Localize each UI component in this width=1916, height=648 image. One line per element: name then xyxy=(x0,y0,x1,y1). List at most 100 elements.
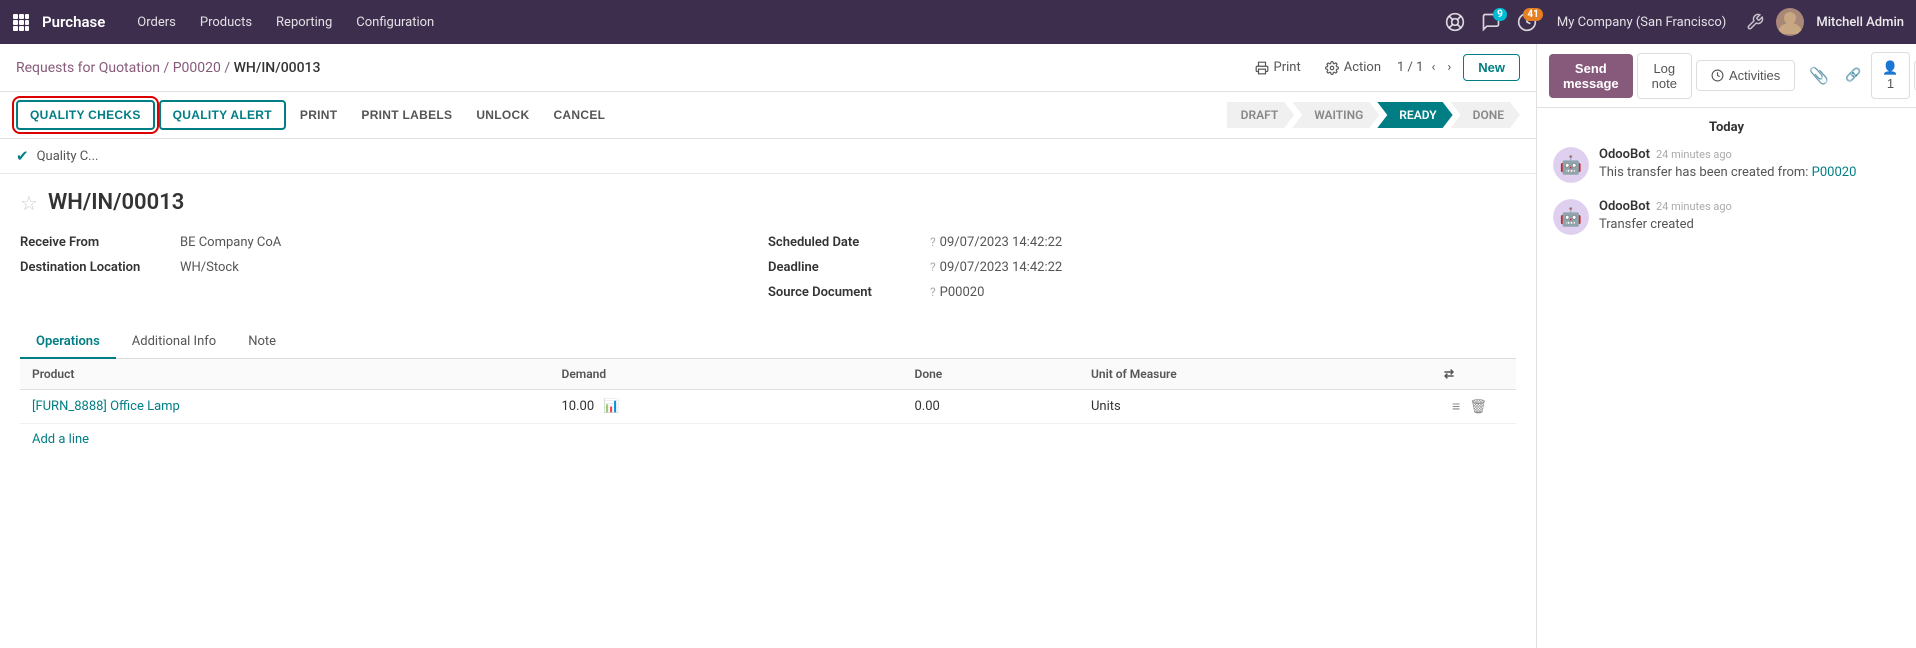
quality-check-icon: ✔ xyxy=(16,147,29,165)
destination-field: Destination Location WH/Stock xyxy=(20,260,768,275)
breadcrumb-wh: WH/IN/00013 xyxy=(234,60,321,76)
table-row: [FURN_8888] Office Lamp 10.00 📊 0.00 Uni… xyxy=(20,390,1516,424)
settings-icon[interactable] xyxy=(1746,13,1764,31)
send-message-button[interactable]: Send message xyxy=(1549,54,1633,98)
source-doc-value[interactable]: P00020 xyxy=(940,285,985,300)
print-action-button[interactable]: PRINT xyxy=(290,102,348,128)
scheduled-date-field: Scheduled Date ? 09/07/2023 14:42:22 xyxy=(768,235,1516,250)
msg-author-2: OdooBot xyxy=(1599,199,1650,214)
msg-text-2: Transfer created xyxy=(1599,216,1900,234)
odoobot-avatar-2: 🤖 xyxy=(1553,199,1589,235)
followers-icon: 👤 xyxy=(1882,60,1898,75)
msg-author-1: OdooBot xyxy=(1599,147,1650,162)
tabs-bar: Operations Additional Info Note xyxy=(20,326,1516,359)
app-brand[interactable]: Purchase xyxy=(42,13,105,31)
activities-label: Activities xyxy=(1729,68,1780,83)
favorite-star[interactable]: ☆ xyxy=(20,191,38,215)
avatar[interactable] xyxy=(1776,8,1804,36)
row-product[interactable]: [FURN_8888] Office Lamp xyxy=(32,399,562,414)
destination-label: Destination Location xyxy=(20,260,180,275)
deadline-field: Deadline ? 09/07/2023 14:42:22 xyxy=(768,260,1516,275)
form-left-column: Receive From BE Company CoA Destination … xyxy=(20,235,768,310)
support-icon[interactable] xyxy=(1445,12,1465,32)
step-done[interactable]: DONE xyxy=(1451,102,1520,128)
source-doc-help: ? xyxy=(930,285,936,299)
quality-alert-button[interactable]: QUALITY ALERT xyxy=(159,100,286,130)
tab-operations[interactable]: Operations xyxy=(20,326,116,359)
row-demand: 10.00 📊 xyxy=(562,399,915,414)
nav-reporting[interactable]: Reporting xyxy=(268,15,340,30)
print-labels-button[interactable]: PRINT LABELS xyxy=(351,102,462,128)
odoobot-avatar-1: 🤖 xyxy=(1553,147,1589,183)
right-panel: Send message Log note Activities 📎 🔗 👤 1… xyxy=(1536,44,1916,648)
pager-next[interactable]: › xyxy=(1443,58,1455,77)
clock-icon[interactable]: 41 xyxy=(1517,12,1537,32)
msg-text-1: This transfer has been created from: P00… xyxy=(1599,164,1900,182)
record-name: WH/IN/00013 xyxy=(48,190,184,215)
print-button[interactable]: Print xyxy=(1247,56,1309,79)
step-draft[interactable]: DRAFT xyxy=(1227,102,1295,128)
tab-note[interactable]: Note xyxy=(232,326,292,359)
destination-value: WH/Stock xyxy=(180,260,239,275)
activities-button[interactable]: Activities xyxy=(1696,60,1795,91)
log-note-button[interactable]: Log note xyxy=(1637,53,1692,99)
source-doc-label: Source Document xyxy=(768,285,928,300)
link-icon[interactable]: 🔗 xyxy=(1839,64,1867,87)
step-ready[interactable]: READY xyxy=(1377,102,1452,128)
chart-icon[interactable]: 📊 xyxy=(603,399,619,414)
chatter-date-header: Today xyxy=(1553,120,1900,135)
unlock-button[interactable]: UNLOCK xyxy=(466,102,539,128)
quality-notice: ✔ Quality C... xyxy=(0,139,1536,174)
action-bar: QUALITY CHECKS QUALITY ALERT PRINT PRINT… xyxy=(0,92,1536,139)
deadline-value[interactable]: 09/07/2023 14:42:22 xyxy=(940,260,1063,275)
msg-time-2: 24 minutes ago xyxy=(1656,200,1732,213)
clock-badge: 41 xyxy=(1523,8,1542,21)
msg-link-p00020[interactable]: P00020 xyxy=(1812,165,1857,180)
breadcrumb-po[interactable]: P00020 xyxy=(173,60,221,76)
main-layout: Requests for Quotation / P00020 / WH/IN/… xyxy=(0,44,1916,648)
msg-time-1: 24 minutes ago xyxy=(1656,148,1732,161)
nav-configuration[interactable]: Configuration xyxy=(348,15,442,30)
user-name[interactable]: Mitchell Admin xyxy=(1816,15,1904,30)
add-line-button[interactable]: Add a line xyxy=(20,424,1516,455)
row-delete-icon[interactable]: 🗑 xyxy=(1469,399,1487,415)
breadcrumb-bar: Requests for Quotation / P00020 / WH/IN/… xyxy=(0,44,1536,92)
company-name: My Company (San Francisco) xyxy=(1557,15,1726,30)
nav-products[interactable]: Products xyxy=(192,15,260,30)
messages-icon[interactable]: 9 xyxy=(1481,12,1501,32)
apps-icon[interactable] xyxy=(12,13,30,31)
print-label: Print xyxy=(1274,60,1301,75)
row-detail-icon[interactable]: ≡ xyxy=(1452,399,1460,415)
source-doc-field: Source Document ? P00020 xyxy=(768,285,1516,300)
content-area: Requests for Quotation / P00020 / WH/IN/… xyxy=(0,44,1536,648)
scheduled-date-value[interactable]: 09/07/2023 14:42:22 xyxy=(940,235,1063,250)
pager-prev[interactable]: ‹ xyxy=(1427,58,1439,77)
followers-button[interactable]: 👤 1 xyxy=(1871,52,1909,99)
table-header: Product Demand Done Unit of Measure ⇄ xyxy=(20,359,1516,390)
col-demand: Demand xyxy=(562,367,915,381)
pager-text: 1 / 1 xyxy=(1397,60,1423,75)
cancel-button[interactable]: CANCEL xyxy=(543,102,615,128)
step-waiting[interactable]: WAITING xyxy=(1292,102,1379,128)
breadcrumb-actions: Print Action 1 / 1 ‹ › New xyxy=(1247,54,1520,81)
paperclip-icon[interactable]: 📎 xyxy=(1803,62,1835,89)
new-button[interactable]: New xyxy=(1463,54,1520,81)
chatter-message-2: 🤖 OdooBot 24 minutes ago Transfer create… xyxy=(1553,199,1900,235)
receive-from-label: Receive From xyxy=(20,235,180,250)
deadline-label: Deadline xyxy=(768,260,928,275)
transfer-settings-icon[interactable]: ⇄ xyxy=(1444,367,1454,381)
receive-from-field: Receive From BE Company CoA xyxy=(20,235,768,250)
quality-checks-button[interactable]: QUALITY CHECKS xyxy=(16,100,155,130)
tab-additional-info[interactable]: Additional Info xyxy=(116,326,232,359)
nav-orders[interactable]: Orders xyxy=(129,15,184,30)
breadcrumb: Requests for Quotation / P00020 / WH/IN/… xyxy=(16,60,320,76)
row-done[interactable]: 0.00 xyxy=(915,399,1092,414)
chatter: Today 🤖 OdooBot 24 minutes ago This tran… xyxy=(1537,108,1916,648)
col-done: Done xyxy=(915,367,1092,381)
form-area: ☆ WH/IN/00013 Receive From BE Company Co… xyxy=(0,174,1536,471)
top-navigation: Purchase Orders Products Reporting Confi… xyxy=(0,0,1916,44)
row-action-icons: ≡ 🗑 xyxy=(1444,398,1504,415)
msg-body-1: OdooBot 24 minutes ago This transfer has… xyxy=(1599,147,1900,183)
breadcrumb-rfq[interactable]: Requests for Quotation xyxy=(16,60,160,76)
action-button[interactable]: Action xyxy=(1317,56,1389,79)
